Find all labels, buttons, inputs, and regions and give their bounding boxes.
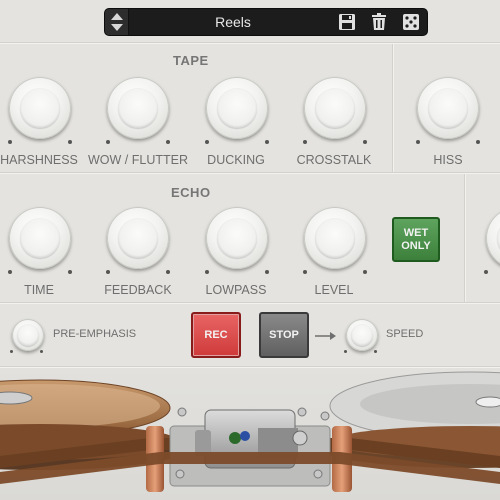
stop-button[interactable]: STOP — [259, 312, 309, 358]
wet-only-button[interactable]: WET ONLY — [392, 217, 440, 262]
tape-title: TAPE — [173, 53, 209, 68]
level-label: LEVEL — [314, 283, 354, 297]
pre-emphasis-label: PRE-EMPHASIS — [53, 328, 137, 340]
tape-reels-illustration — [0, 368, 500, 500]
preset-arrows-icon[interactable] — [105, 9, 129, 35]
top-divider — [0, 42, 500, 44]
time-label: TIME — [24, 283, 54, 297]
tape-machine-graphic — [0, 371, 500, 492]
arrow-right-icon — [315, 332, 336, 340]
save-icon[interactable] — [337, 12, 357, 32]
wow-flutter-label: WOW / FLUTTER — [88, 153, 188, 167]
speed-label: SPEED — [386, 328, 424, 340]
tape-hiss-divider — [392, 44, 394, 172]
harshness-label: HARSHNESS — [0, 153, 78, 167]
echo-right-divider — [464, 174, 466, 302]
lowpass-label: LOWPASS — [205, 283, 267, 297]
hiss-label: HISS — [433, 153, 463, 167]
dice-icon[interactable] — [401, 12, 421, 32]
ducking-label: DUCKING — [207, 153, 265, 167]
crosstalk-label: CROSSTALK — [296, 153, 372, 167]
preset-name[interactable]: Reels — [133, 14, 333, 30]
echo-transport-divider — [0, 302, 500, 304]
feedback-label: FEEDBACK — [104, 283, 172, 297]
plugin-panel: Reels TAPE HARSHNESS WOW / FLUTTER DUCKI… — [0, 0, 500, 500]
echo-title: ECHO — [171, 185, 211, 200]
tape-echo-divider — [0, 172, 500, 174]
trash-icon[interactable] — [369, 12, 389, 32]
preset-bar: Reels — [104, 8, 428, 36]
rec-button[interactable]: REC — [191, 312, 241, 358]
